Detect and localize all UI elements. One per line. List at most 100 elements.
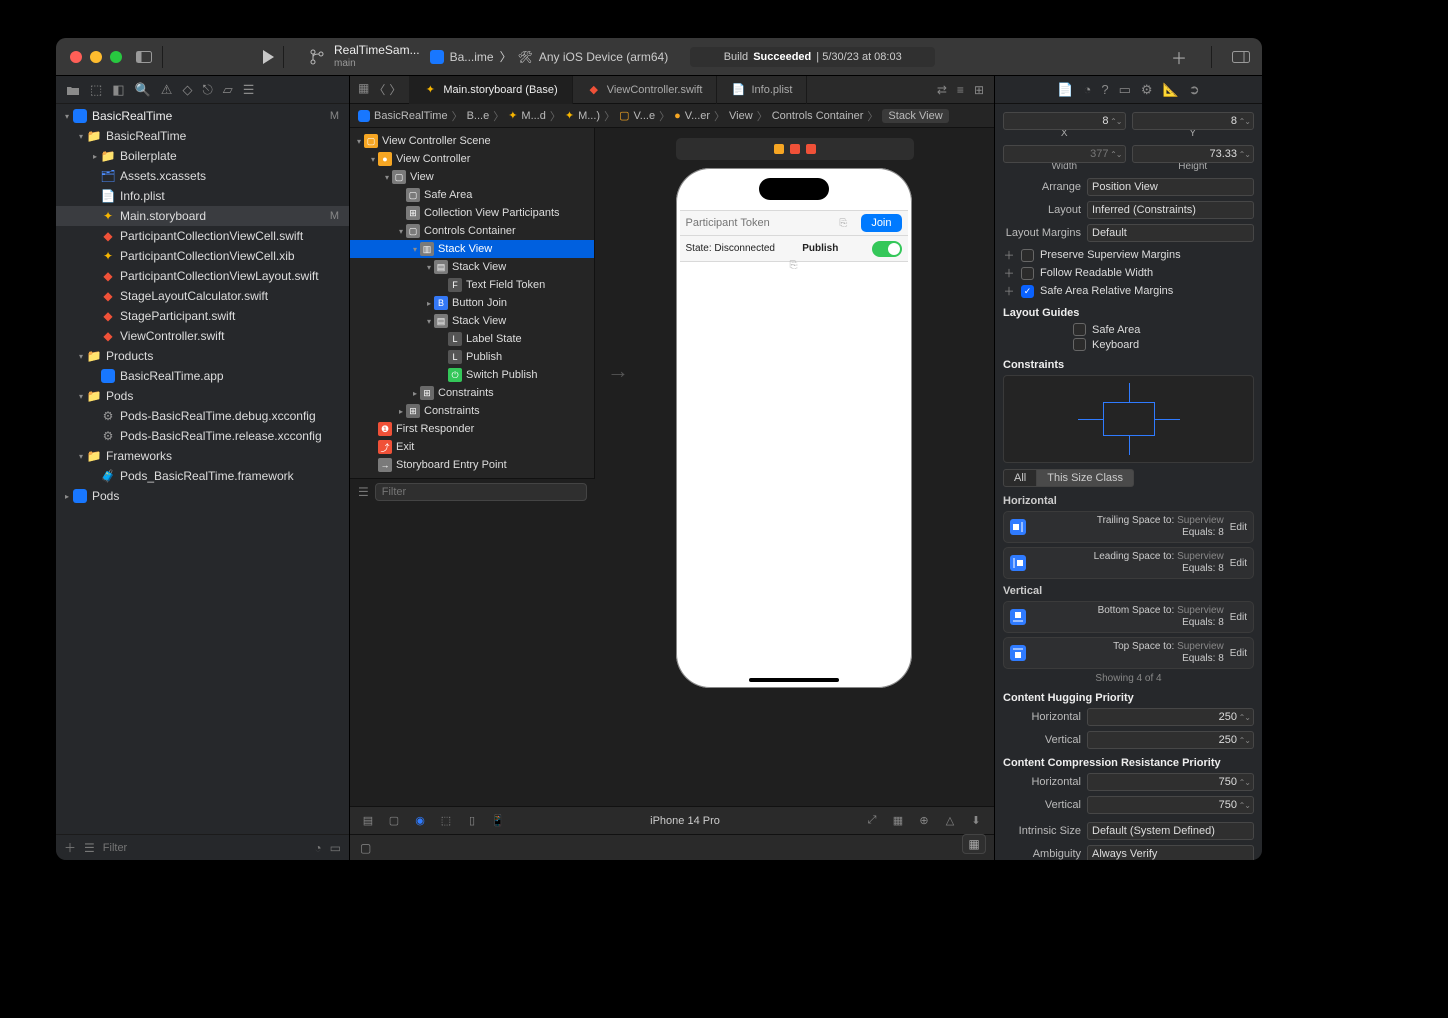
canvas-align-icon[interactable]: ▯ bbox=[464, 814, 480, 827]
tree-root[interactable]: ▾ BasicRealTime M bbox=[56, 106, 349, 126]
tree-group[interactable]: ▾📁Pods bbox=[56, 386, 349, 406]
pos-x-field[interactable]: 8 bbox=[1003, 112, 1126, 130]
add-editor-button[interactable]: ＋ bbox=[1155, 45, 1203, 69]
test-navigator-tab[interactable]: ◇ bbox=[182, 82, 192, 98]
ib-canvas[interactable]: → ⎘ bbox=[595, 128, 994, 806]
device-selector[interactable]: iPhone 14 Pro bbox=[516, 815, 854, 827]
height-field[interactable]: 73.33 bbox=[1132, 145, 1255, 163]
outline-row[interactable]: LLabel State bbox=[350, 330, 594, 348]
exit-dock-icon[interactable] bbox=[806, 144, 816, 154]
tree-file[interactable]: ✦ParticipantCollectionViewCell.xib bbox=[56, 246, 349, 266]
join-button[interactable]: Join bbox=[861, 214, 901, 232]
constraint-leading[interactable]: Leading Space to: SuperviewEquals: 8 Edi… bbox=[1003, 547, 1254, 579]
outline-row[interactable]: LPublish bbox=[350, 348, 594, 366]
tree-group[interactable]: ▾📁Frameworks bbox=[56, 446, 349, 466]
constraint-diagram[interactable] bbox=[1003, 375, 1254, 463]
ccr-h-field[interactable]: 750 bbox=[1087, 773, 1254, 791]
crumb[interactable]: View bbox=[729, 110, 753, 122]
outline-row[interactable]: ▾▢View bbox=[350, 168, 594, 186]
guide-safearea-check[interactable] bbox=[1073, 323, 1086, 336]
outline-row[interactable]: ▾▢Controls Container bbox=[350, 222, 594, 240]
tree-file[interactable]: ⚙Pods-BasicRealTime.release.xcconfig bbox=[56, 426, 349, 446]
outlet-pin-icon[interactable]: ⎘ bbox=[788, 260, 800, 271]
layout-select[interactable]: Inferred (Constraints) bbox=[1087, 201, 1254, 219]
tree-file-selected[interactable]: ✦ Main.storyboard M bbox=[56, 206, 349, 226]
size-class-segmented[interactable]: All This Size Class bbox=[1003, 469, 1254, 487]
add-target-button[interactable]: ＋ bbox=[64, 839, 76, 856]
constraint-top[interactable]: Top Space to: SuperviewEquals: 8 Edit bbox=[1003, 637, 1254, 669]
canvas-embedin-icon[interactable]: ⬚ bbox=[438, 814, 454, 827]
identity-inspector-tab[interactable]: ▭ bbox=[1119, 82, 1131, 98]
tree-file[interactable]: ◆StageParticipant.swift bbox=[56, 306, 349, 326]
crumb-current[interactable]: Stack View bbox=[882, 109, 948, 123]
arrange-select[interactable]: Position View bbox=[1087, 178, 1254, 196]
source-control-navigator-tab[interactable]: ⬚ bbox=[90, 82, 102, 98]
crumb[interactable]: V...e bbox=[633, 110, 655, 122]
add-icon[interactable]: ＋ bbox=[1003, 265, 1015, 281]
tree-file[interactable]: 📄 Info.plist bbox=[56, 186, 349, 206]
navigator-filter-input[interactable] bbox=[103, 842, 307, 854]
chp-v-field[interactable]: 250 bbox=[1087, 731, 1254, 749]
tree-file[interactable]: 🗂 Assets.xcassets bbox=[56, 166, 349, 186]
symbol-navigator-tab[interactable]: ◧ bbox=[112, 82, 124, 98]
pin-tool-icon[interactable]: ⊕ bbox=[916, 814, 932, 827]
tree-root[interactable]: ▸Pods bbox=[56, 486, 349, 506]
related-items-icon[interactable]: ▦ bbox=[358, 81, 369, 98]
tab-main-storyboard[interactable]: ✦ Main.storyboard (Base) bbox=[409, 76, 572, 104]
scene-dock[interactable] bbox=[676, 138, 914, 160]
tree-file[interactable]: ◆StageLayoutCalculator.swift bbox=[56, 286, 349, 306]
recent-filter-icon[interactable]: ◔ bbox=[314, 841, 321, 855]
back-button[interactable]: 〈 bbox=[373, 81, 385, 98]
close-window-button[interactable] bbox=[70, 51, 82, 63]
tree-file[interactable]: ◆ParticipantCollectionViewCell.swift bbox=[56, 226, 349, 246]
readable-width-check[interactable] bbox=[1021, 267, 1034, 280]
adjust-editor-icon[interactable]: ⇄ bbox=[937, 83, 947, 97]
tree-file[interactable]: BasicRealTime.app bbox=[56, 366, 349, 386]
edit-button[interactable]: Edit bbox=[1230, 612, 1247, 623]
resolve-tool-icon[interactable]: △ bbox=[942, 814, 958, 827]
outline-row[interactable]: ▸BButton Join bbox=[350, 294, 594, 312]
debug-navigator-tab[interactable]: ⎋ bbox=[202, 82, 212, 98]
outline-row[interactable]: ▾●View Controller bbox=[350, 150, 594, 168]
tree-group[interactable]: ▾📁 BasicRealTime bbox=[56, 126, 349, 146]
outline-row-selected[interactable]: ▾▥Stack View bbox=[350, 240, 594, 258]
tree-group[interactable]: ▸📁 Boilerplate bbox=[56, 146, 349, 166]
safearea-relative-check[interactable]: ✓ bbox=[1021, 285, 1034, 298]
outline-filter-input[interactable] bbox=[375, 483, 587, 501]
project-navigator-tab[interactable] bbox=[66, 84, 80, 96]
constraint-bottom[interactable]: Bottom Space to: SuperviewEquals: 8 Edit bbox=[1003, 601, 1254, 633]
minimize-window-button[interactable] bbox=[90, 51, 102, 63]
tab-infoplist[interactable]: 📄 Info.plist bbox=[717, 76, 807, 104]
align-tool-icon[interactable]: ▦ bbox=[890, 814, 906, 827]
add-icon[interactable]: ＋ bbox=[1003, 283, 1015, 299]
edit-button[interactable]: Edit bbox=[1230, 648, 1247, 659]
filter-scope-icon[interactable]: ☰ bbox=[84, 841, 95, 855]
margins-select[interactable]: Default bbox=[1087, 224, 1254, 242]
guide-keyboard-check[interactable] bbox=[1073, 338, 1086, 351]
outline-row[interactable]: ⊞Collection View Participants bbox=[350, 204, 594, 222]
seg-this-size-class[interactable]: This Size Class bbox=[1037, 469, 1134, 487]
toggle-debug-area-icon[interactable]: ▢ bbox=[360, 841, 371, 855]
add-editor-right-icon[interactable]: ⊞ bbox=[974, 83, 984, 97]
crumb[interactable]: B...e bbox=[467, 110, 490, 122]
find-navigator-tab[interactable]: 🔍 bbox=[135, 82, 151, 98]
run-button[interactable] bbox=[261, 49, 275, 65]
tree-file[interactable]: ◆ParticipantCollectionViewLayout.swift bbox=[56, 266, 349, 286]
outline-row[interactable]: ▾▤Stack View bbox=[350, 258, 594, 276]
device-icon[interactable]: 📱 bbox=[490, 814, 506, 827]
crumb[interactable]: BasicRealTime bbox=[374, 110, 448, 122]
outline-row[interactable]: ⤴Exit bbox=[350, 438, 594, 456]
tree-file[interactable]: ◆ViewController.swift bbox=[56, 326, 349, 346]
outline-row[interactable]: ▾▤Stack View bbox=[350, 312, 594, 330]
issue-navigator-tab[interactable]: ⚠ bbox=[161, 82, 173, 98]
size-inspector-tab[interactable]: 📐 bbox=[1163, 82, 1179, 98]
add-icon[interactable]: ＋ bbox=[1003, 247, 1015, 263]
scm-filter-icon[interactable]: ▭ bbox=[330, 841, 341, 855]
outline-row[interactable]: ▸⊞Constraints bbox=[350, 384, 594, 402]
outline-row[interactable]: →Storyboard Entry Point bbox=[350, 456, 594, 474]
token-field[interactable] bbox=[686, 217, 838, 229]
outline-row[interactable]: ▢Safe Area bbox=[350, 186, 594, 204]
zoom-window-button[interactable] bbox=[110, 51, 122, 63]
editor-options-icon[interactable]: ≡ bbox=[957, 83, 964, 97]
canvas-mode-icon[interactable]: ▢ bbox=[386, 814, 402, 827]
